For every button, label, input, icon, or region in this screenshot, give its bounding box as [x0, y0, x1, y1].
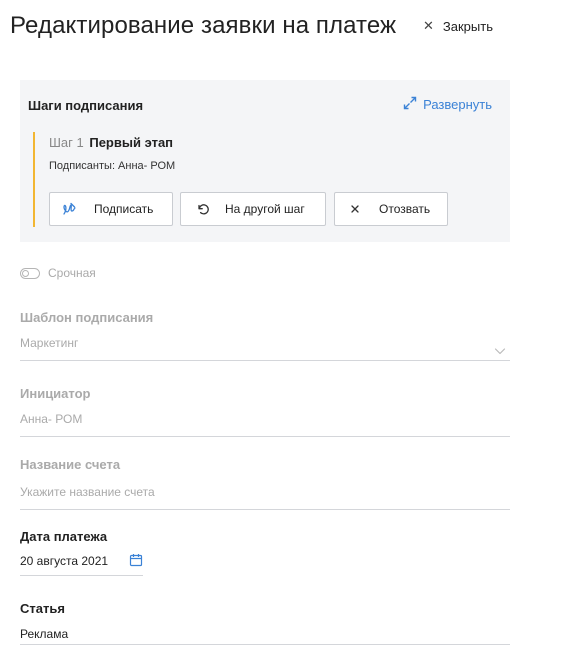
close-icon: ✕	[423, 18, 434, 33]
initiator-field: Инициатор Анна- РОМ	[20, 386, 510, 437]
payment-date-input[interactable]: 20 августа 2021	[20, 553, 143, 576]
sign-button-label: Подписать	[94, 202, 154, 216]
sign-button[interactable]: Подписать	[49, 192, 173, 226]
other-step-button[interactable]: На другой шаг	[180, 192, 326, 226]
urgent-toggle-row[interactable]: Срочная	[20, 266, 96, 280]
invoice-name-input[interactable]: Укажите название счета	[20, 485, 510, 501]
expand-icon	[403, 96, 417, 113]
invoice-label: Название счета	[20, 457, 121, 472]
step-accent-bar	[33, 132, 35, 227]
expand-label: Развернуть	[423, 97, 492, 112]
page-title: Редактирование заявки на платеж	[10, 12, 397, 39]
initiator-value: Анна- РОМ	[20, 412, 83, 426]
template-select[interactable]: Маркетинг	[20, 336, 510, 352]
invoice-field[interactable]: Название счета Укажите название счета	[20, 457, 510, 510]
close-label: Закрыть	[442, 18, 493, 34]
article-value[interactable]: Реклама	[20, 627, 510, 643]
close-icon	[347, 201, 363, 217]
invoice-underline	[20, 509, 510, 510]
template-label: Шаблон подписания	[20, 310, 154, 325]
signing-steps-panel: Шаги подписания Развернуть Шаг 1 Первый …	[20, 80, 510, 242]
chevron-down-icon[interactable]	[494, 345, 506, 357]
article-field[interactable]: Статья Реклама	[20, 601, 510, 645]
close-button[interactable]: ✕ Закрыть	[423, 18, 493, 34]
initiator-underline	[20, 436, 510, 437]
template-underline	[20, 360, 510, 361]
calendar-icon[interactable]	[129, 553, 143, 570]
initiator-label: Инициатор	[20, 386, 91, 401]
urgent-toggle[interactable]	[20, 267, 40, 279]
step-number: Шаг 1	[49, 135, 84, 150]
step-heading: Шаг 1 Первый этап	[49, 135, 173, 150]
signature-icon	[62, 201, 78, 217]
payment-date-value: 20 августа 2021	[20, 554, 109, 568]
payment-date-label: Дата платежа	[20, 529, 108, 544]
revoke-button-label: Отозвать	[379, 202, 431, 216]
urgent-label: Срочная	[48, 266, 96, 280]
other-step-button-label: На другой шаг	[225, 202, 305, 216]
undo-icon	[195, 201, 211, 217]
payment-date-underline	[20, 575, 143, 576]
step-signers: Подписанты: Анна- РОМ	[49, 160, 176, 172]
signing-steps-title: Шаги подписания	[28, 98, 144, 113]
article-underline	[20, 644, 510, 645]
article-label: Статья	[20, 601, 65, 616]
toggle-knob	[22, 269, 29, 277]
revoke-button[interactable]: Отозвать	[334, 192, 448, 226]
expand-button[interactable]: Развернуть	[403, 96, 492, 113]
template-field[interactable]: Шаблон подписания Маркетинг	[20, 310, 510, 361]
step-name: Первый этап	[89, 135, 174, 150]
payment-date-field: Дата платежа	[20, 529, 510, 544]
